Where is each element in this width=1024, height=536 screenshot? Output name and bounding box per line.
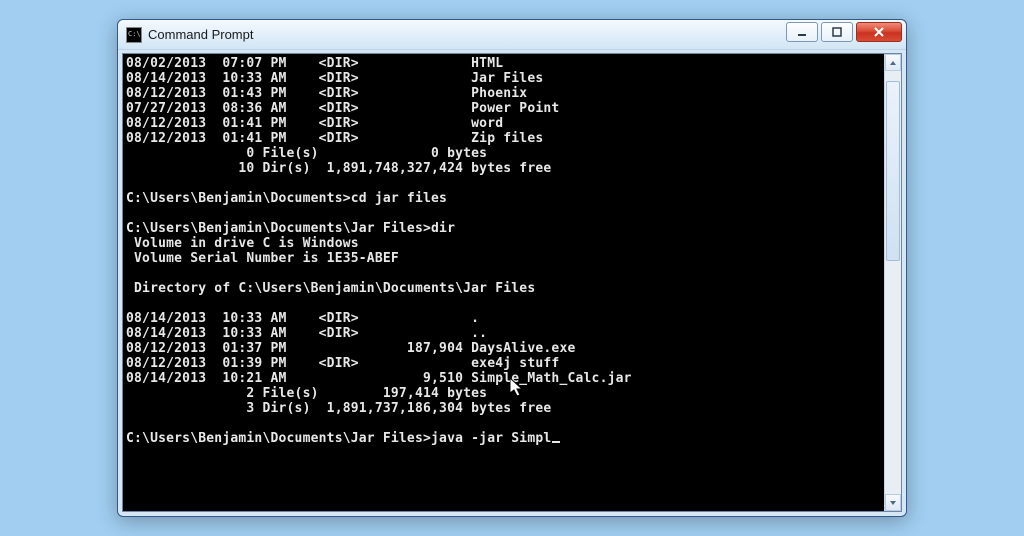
chevron-down-icon [889, 499, 897, 507]
minimize-icon [797, 27, 807, 37]
maximize-button[interactable] [821, 22, 853, 42]
command-prompt-window: C:\ Command Prompt 08/02/2013 07:07 PM <… [117, 19, 907, 517]
minimize-button[interactable] [786, 22, 818, 42]
terminal[interactable]: 08/02/2013 07:07 PM <DIR> HTML 08/14/201… [123, 54, 884, 511]
maximize-icon [832, 27, 842, 37]
window-controls [786, 22, 902, 42]
cmd-icon: C:\ [126, 27, 142, 43]
window-title: Command Prompt [148, 27, 253, 42]
chevron-up-icon [889, 59, 897, 67]
text-cursor [552, 441, 560, 443]
titlebar[interactable]: C:\ Command Prompt [118, 20, 906, 50]
cmd-icon-text: C:\ [128, 31, 141, 38]
scroll-track[interactable] [885, 71, 901, 494]
scroll-down-button[interactable] [885, 494, 901, 511]
close-icon [873, 27, 885, 37]
scroll-up-button[interactable] [885, 54, 901, 71]
client-area: 08/02/2013 07:07 PM <DIR> HTML 08/14/201… [118, 50, 906, 516]
terminal-wrap: 08/02/2013 07:07 PM <DIR> HTML 08/14/201… [122, 53, 902, 512]
close-button[interactable] [856, 22, 902, 42]
vertical-scrollbar[interactable] [884, 54, 901, 511]
scroll-thumb[interactable] [886, 81, 900, 261]
